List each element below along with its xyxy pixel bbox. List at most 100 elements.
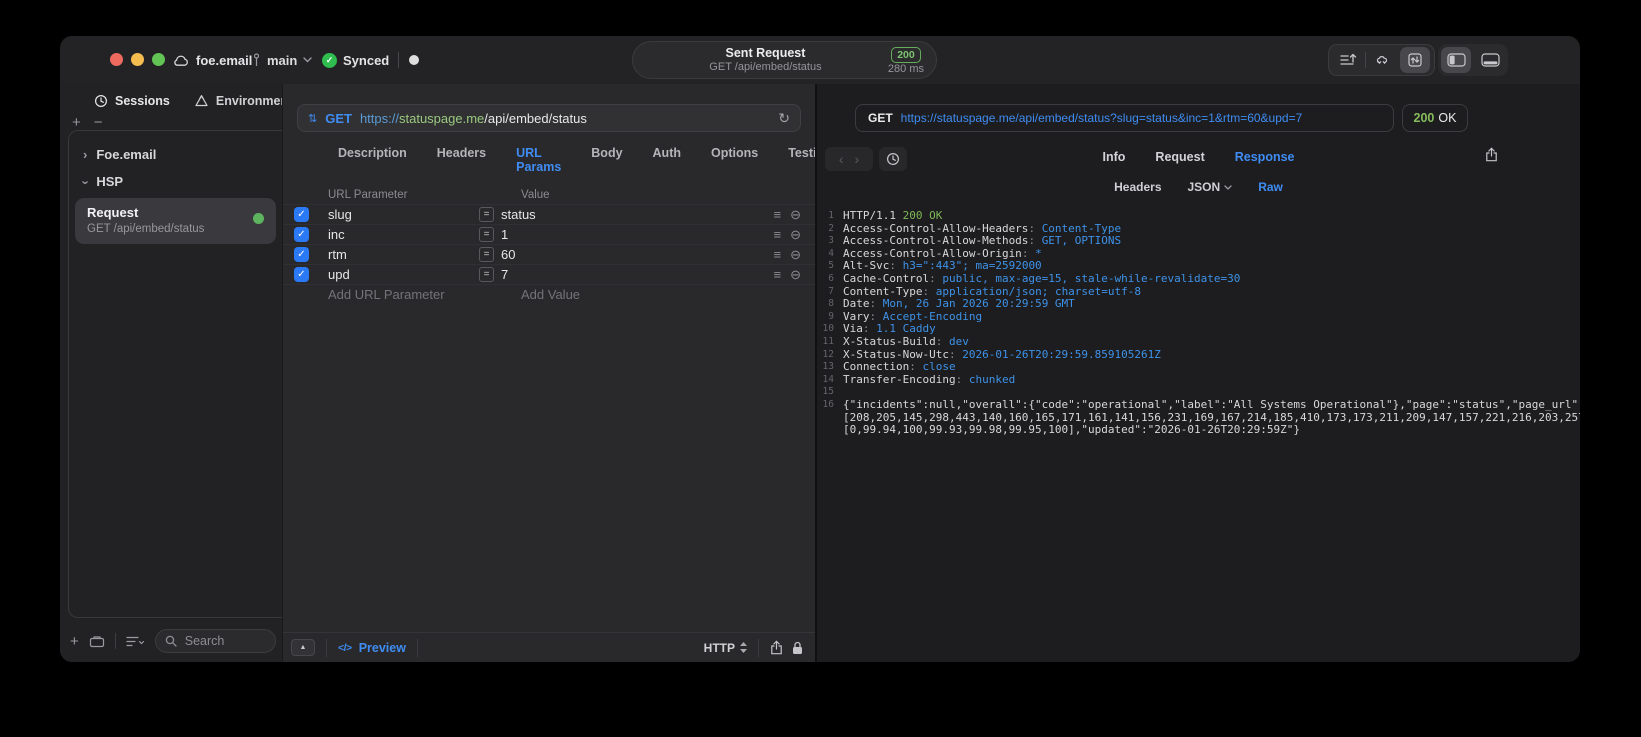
- editor-footer: ▲ </> Preview HTTP: [283, 632, 815, 662]
- url-host: statuspage.me: [398, 110, 485, 126]
- header-value: 1.1 Caddy: [876, 322, 936, 336]
- method-switcher-icon[interactable]: ⇅: [308, 112, 317, 125]
- header-value: h3=":443"; ma=2592000: [902, 259, 1042, 273]
- response-subtab-raw[interactable]: Raw: [1258, 180, 1283, 194]
- request-tab-headers[interactable]: Headers: [437, 146, 486, 174]
- tree-item-hsp[interactable]: › HSP: [69, 168, 282, 195]
- raw-response-view[interactable]: 1 HTTP/1.1 200 OK 2 Access-Control-Allow-He…: [817, 204, 1580, 662]
- add-param-name-placeholder[interactable]: Add URL Parameter: [321, 287, 479, 302]
- param-value[interactable]: 1: [501, 227, 508, 242]
- footer-separator: [416, 638, 418, 657]
- sidebar-search-field[interactable]: [154, 629, 276, 653]
- line-number: 9: [828, 310, 834, 322]
- sent-request-url-box[interactable]: GET https://statuspage.me/api/embed/stat…: [855, 104, 1394, 132]
- param-name[interactable]: slug: [321, 207, 479, 222]
- request-tab-body[interactable]: Body: [591, 146, 622, 174]
- remove-param-icon[interactable]: ⊖: [790, 267, 801, 283]
- tree-item-foe-email[interactable]: › Foe.email: [69, 141, 282, 168]
- request-tab-auth[interactable]: Auth: [653, 146, 681, 174]
- swap-panels-icon[interactable]: [1400, 47, 1430, 73]
- collapse-panel-button[interactable]: ▲: [291, 639, 315, 656]
- header-name: Connection: [843, 360, 910, 374]
- git-branch-icon: [252, 52, 261, 68]
- import-export-icon[interactable]: [1333, 47, 1363, 73]
- request-tab-url-params[interactable]: URL Params: [516, 146, 561, 174]
- close-window-button[interactable]: [110, 53, 123, 66]
- project-menu[interactable]: foe.email: [172, 49, 252, 71]
- zoom-window-button[interactable]: [152, 53, 165, 66]
- add-session-button[interactable]: +: [72, 115, 81, 130]
- param-enabled-checkbox[interactable]: ✓: [294, 267, 309, 282]
- request-item-title: Request: [87, 205, 139, 220]
- disclosure-collapsed-icon[interactable]: ›: [83, 148, 87, 161]
- response-tab-response[interactable]: Response: [1235, 150, 1295, 164]
- param-enabled-checkbox[interactable]: ✓: [294, 247, 309, 262]
- request-url[interactable]: https://statuspage.me/api/embed/status: [360, 111, 770, 126]
- param-enabled-checkbox[interactable]: ✓: [294, 207, 309, 222]
- lock-icon[interactable]: [792, 641, 803, 655]
- add-request-button[interactable]: +: [70, 633, 79, 650]
- drag-handle-icon[interactable]: ≡: [774, 227, 782, 243]
- header-value: dev: [948, 334, 969, 348]
- equals-icon: =: [479, 207, 494, 222]
- sync-status[interactable]: ✓ Synced: [322, 49, 389, 71]
- drag-handle-icon[interactable]: ≡: [774, 207, 782, 223]
- param-enabled-checkbox[interactable]: ✓: [294, 227, 309, 242]
- param-value[interactable]: status: [501, 207, 536, 222]
- branch-selector[interactable]: main: [252, 49, 313, 71]
- toggle-bottom-panel-icon[interactable]: [1475, 47, 1505, 73]
- share-icon[interactable]: [770, 640, 783, 655]
- minimize-window-button[interactable]: [131, 53, 144, 66]
- disclosure-expanded-icon[interactable]: ›: [79, 180, 94, 184]
- response-subtab-headers[interactable]: Headers: [1114, 180, 1161, 194]
- add-param-value-placeholder[interactable]: Add Value: [479, 287, 759, 302]
- new-folder-icon[interactable]: [89, 635, 105, 648]
- param-name[interactable]: inc: [321, 227, 479, 242]
- header-name: Access-Control-Allow-Headers: [843, 221, 1029, 235]
- tab-sessions[interactable]: Sessions: [94, 94, 170, 108]
- sidebar-tabs: Sessions Environments: [94, 94, 299, 108]
- remove-session-button[interactable]: −: [94, 115, 103, 130]
- toggle-left-sidebar-icon[interactable]: [1441, 47, 1471, 73]
- resend-request-icon[interactable]: ↻: [778, 110, 790, 127]
- preview-button[interactable]: </> Preview: [338, 641, 406, 655]
- param-value[interactable]: 60: [501, 247, 515, 262]
- export-response-button[interactable]: [1485, 147, 1498, 162]
- add-param-row[interactable]: Add URL Parameter Add Value: [283, 284, 815, 304]
- header-value: application/json; charset=utf-8: [935, 284, 1142, 298]
- line-number: 12: [822, 348, 834, 360]
- request-url-bar[interactable]: ⇅ GET https://statuspage.me/api/embed/st…: [297, 104, 801, 132]
- line-number: 16: [822, 398, 834, 410]
- param-name[interactable]: upd: [321, 267, 479, 282]
- sync-loop-icon[interactable]: [1368, 47, 1398, 73]
- request-tab-description[interactable]: Description: [338, 146, 407, 174]
- response-tab-request[interactable]: Request: [1155, 150, 1204, 164]
- remove-param-icon[interactable]: ⊖: [790, 247, 801, 263]
- request-list-item-selected[interactable]: Request GET /api/embed/status: [75, 198, 276, 244]
- response-status-text: OK: [1438, 111, 1457, 125]
- response-tab-info[interactable]: Info: [1103, 150, 1126, 164]
- response-header-line: 14 Transfer-Encoding: chunked: [817, 373, 1580, 387]
- drag-handle-icon[interactable]: ≡: [774, 247, 782, 263]
- search-input[interactable]: [182, 633, 266, 649]
- param-value[interactable]: 7: [501, 267, 508, 282]
- unsaved-indicator-dot: [409, 55, 419, 65]
- request-tabs: Description Headers URL Params Body Auth Opti…: [338, 146, 832, 174]
- header-value: 2026-01-26T20:29:59.859105261Z: [962, 347, 1161, 361]
- window-controls: [110, 53, 165, 66]
- sort-list-icon[interactable]: [126, 636, 145, 647]
- response-tabs: Info Request Response: [817, 150, 1580, 164]
- footer-separator: [326, 638, 327, 657]
- remove-param-icon[interactable]: ⊖: [790, 227, 801, 243]
- request-summary-pill[interactable]: Sent Request GET /api/embed/status 200 2…: [632, 41, 937, 79]
- drag-handle-icon[interactable]: ≡: [774, 267, 782, 283]
- header-name: Content-Type: [843, 284, 923, 298]
- column-header-name: URL Parameter: [328, 189, 408, 201]
- protocol-selector[interactable]: HTTP: [704, 641, 747, 655]
- param-name[interactable]: rtm: [321, 247, 479, 262]
- remove-param-icon[interactable]: ⊖: [790, 207, 801, 223]
- line-number: 8: [828, 298, 834, 310]
- response-subtab-json[interactable]: JSON: [1188, 180, 1233, 194]
- cloud-icon: [172, 54, 190, 67]
- request-tab-options[interactable]: Options: [711, 146, 758, 174]
